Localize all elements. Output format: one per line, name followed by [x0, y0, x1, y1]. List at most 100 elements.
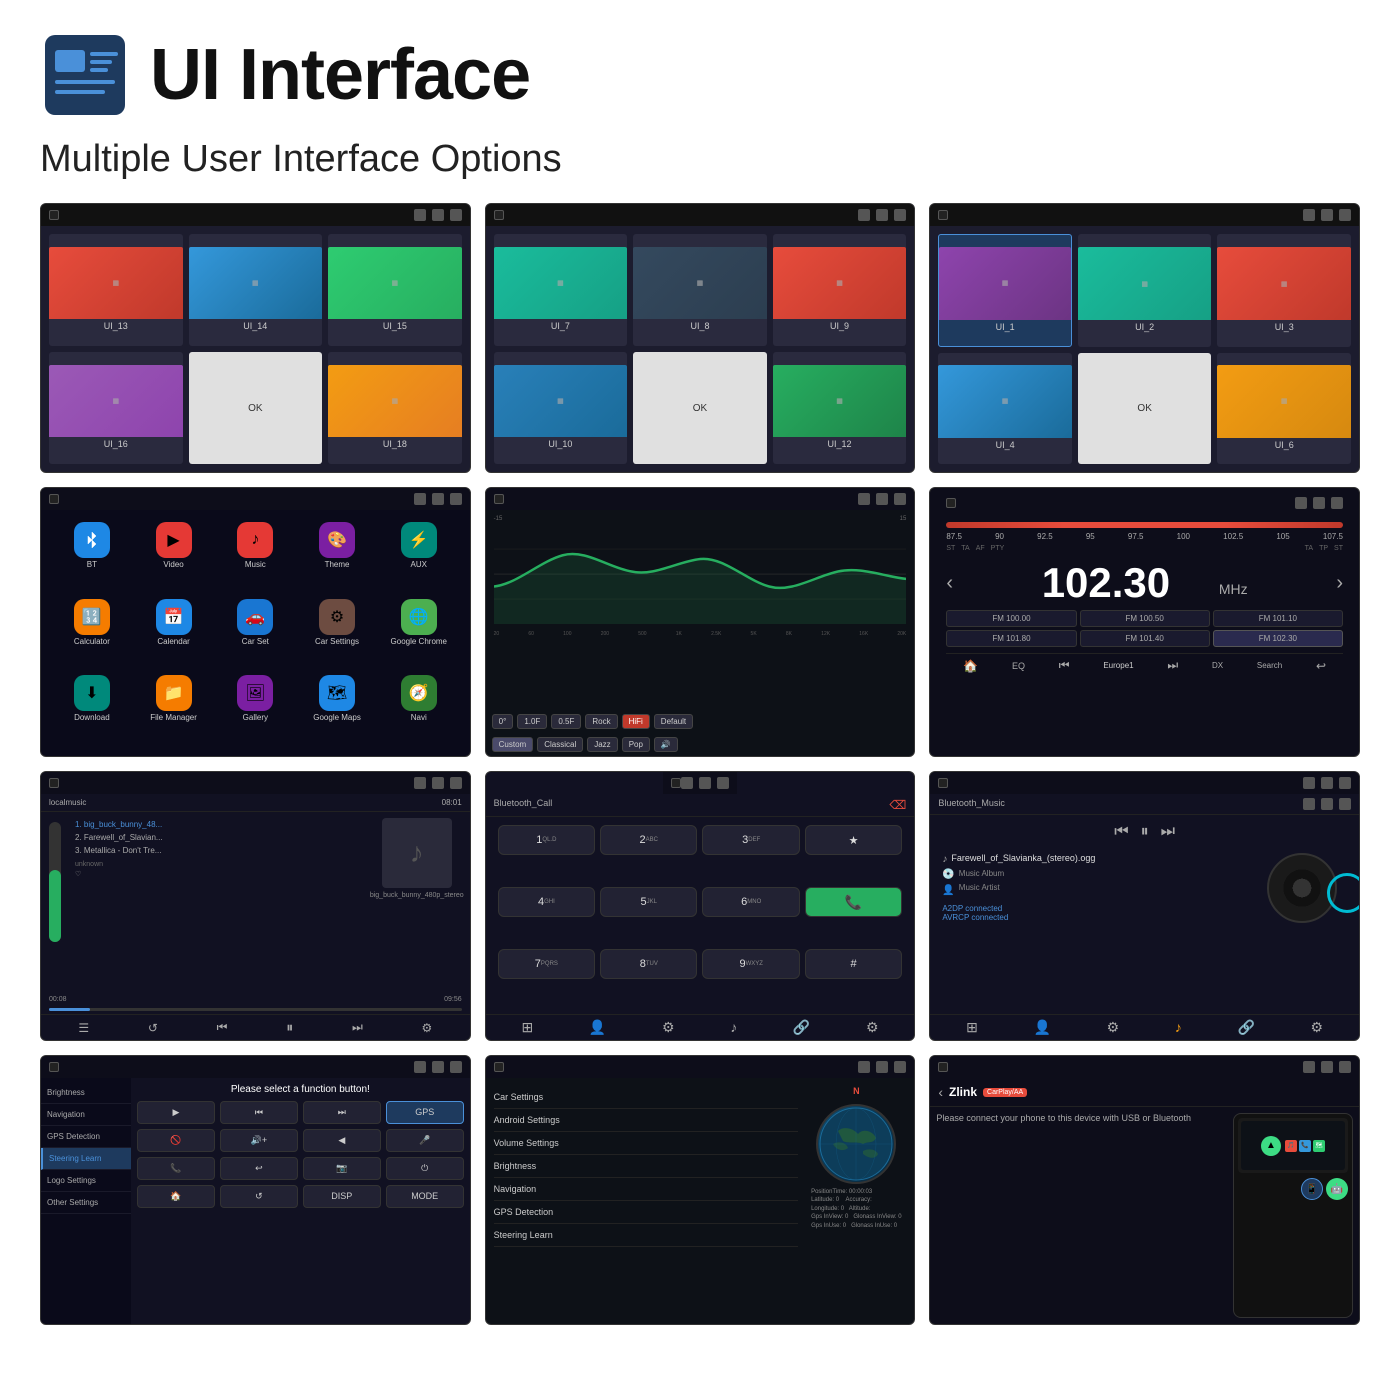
eq-btn-0sf[interactable]: 0°: [492, 714, 514, 729]
radio-prev-station[interactable]: ⏮: [1059, 658, 1070, 673]
eq-btn-classical[interactable]: Classical: [537, 737, 583, 752]
btmusic-next-btn[interactable]: ⏭: [1161, 823, 1175, 841]
ui-thumb-4[interactable]: ▦ UI_4: [938, 353, 1072, 464]
music-progress-bar[interactable]: [49, 1008, 462, 1011]
btmusic-grid-btn[interactable]: ⊞: [966, 1019, 978, 1036]
ui-thumb-10[interactable]: ▦ UI_10: [494, 352, 628, 464]
eq-screen-panel[interactable]: -1515 20601002005001K2.5K5K8K: [485, 487, 916, 757]
eq-btn-1sf[interactable]: 1.0F: [517, 714, 547, 729]
app-theme[interactable]: 🎨 Theme: [300, 522, 374, 591]
eq-btn-default[interactable]: Default: [654, 714, 693, 729]
ui-thumb-9[interactable]: ▦ UI_9: [773, 234, 907, 346]
zlink-panel[interactable]: ‹ Zlink CarPlay/AA Please connect your p…: [929, 1055, 1360, 1325]
app-maps[interactable]: 🗺 Google Maps: [300, 675, 374, 744]
music-track-2[interactable]: 2. Farewell_of_Slavian...: [75, 831, 366, 844]
eq-btn-custom[interactable]: Custom: [492, 737, 534, 752]
music-next-btn[interactable]: ⏭: [352, 1020, 363, 1035]
sb-undo[interactable]: ↺: [220, 1185, 298, 1208]
bt-key-9[interactable]: 9 WXYZ: [702, 949, 799, 979]
sb-disp[interactable]: DISP: [303, 1185, 381, 1208]
eq-btn-05sf[interactable]: 0.5F: [551, 714, 581, 729]
radio-preset-4[interactable]: FM 101.80: [946, 630, 1076, 647]
sb-phone[interactable]: 📞: [137, 1157, 215, 1180]
app-calendar[interactable]: 📅 Calendar: [137, 599, 211, 668]
app-calculator[interactable]: 🔢 Calculator: [55, 599, 129, 668]
app-gallery[interactable]: 🖼 Gallery: [218, 675, 292, 744]
app-chrome[interactable]: 🌐 Google Chrome: [382, 599, 456, 668]
bt-key-1[interactable]: 1 QL.D: [498, 825, 595, 855]
bt-key-4[interactable]: 4 GHI: [498, 887, 595, 917]
eq-btn-jazz[interactable]: Jazz: [587, 737, 617, 752]
bt-key-8[interactable]: 8 TUV: [600, 949, 697, 979]
radio-preset-3[interactable]: FM 101.10: [1213, 610, 1343, 627]
music-track-3[interactable]: 3. Metallica - Don't Tre...: [75, 844, 366, 857]
sb-mute[interactable]: 🚫: [137, 1129, 215, 1152]
settings-other[interactable]: Other Settings: [41, 1192, 131, 1214]
cs-item-gps[interactable]: GPS Detection: [494, 1201, 799, 1224]
sb-back[interactable]: ◀: [303, 1129, 381, 1152]
btmusic-note-btn[interactable]: ♪: [1175, 1019, 1182, 1036]
radio-next-station[interactable]: ⏭: [1167, 658, 1178, 673]
radio-preset-5[interactable]: FM 101.40: [1080, 630, 1210, 647]
settings-gps[interactable]: GPS Detection: [41, 1126, 131, 1148]
volume-slider[interactable]: [49, 822, 61, 942]
radio-prev-btn[interactable]: ‹: [946, 572, 953, 595]
sb-play[interactable]: ▶: [137, 1101, 215, 1124]
eq-btn-hifi[interactable]: HiFi: [622, 714, 650, 729]
btcall-music-btn[interactable]: ♪: [730, 1019, 737, 1036]
ui-thumb-6[interactable]: ▦ UI_6: [1217, 353, 1351, 464]
cs-item-car[interactable]: Car Settings: [494, 1086, 799, 1109]
app-download[interactable]: ⬇ Download: [55, 675, 129, 744]
ui-thumb-2[interactable]: ▦ UI_2: [1078, 234, 1212, 347]
ui-thumb-ok-2[interactable]: OK: [633, 352, 767, 464]
sb-mic[interactable]: 🎤: [386, 1129, 464, 1152]
music-play-btn[interactable]: ⏸: [286, 1019, 293, 1036]
sb-next[interactable]: ⏭: [303, 1101, 381, 1124]
eq-btn-rock[interactable]: Rock: [585, 714, 617, 729]
sb-prev[interactable]: ⏮: [220, 1101, 298, 1124]
btcall-contact-btn[interactable]: 👤: [589, 1019, 606, 1036]
ui-thumb-18[interactable]: ▦ UI_18: [328, 352, 462, 464]
settings-brightness[interactable]: Brightness: [41, 1082, 131, 1104]
radio-preset-6[interactable]: FM 102.30: [1213, 630, 1343, 647]
ui-thumb-14[interactable]: ▦ UI_14: [189, 234, 323, 346]
eq-btn-speaker[interactable]: 🔊: [654, 737, 678, 752]
settings-steering[interactable]: Steering Learn: [41, 1148, 131, 1170]
music-heart[interactable]: ♡: [75, 870, 366, 878]
cs-item-volume[interactable]: Volume Settings: [494, 1132, 799, 1155]
bt-key-6[interactable]: 6 MNO: [702, 887, 799, 917]
sb-home[interactable]: 🏠: [137, 1185, 215, 1208]
btcall-link-btn[interactable]: 🔗: [793, 1019, 810, 1036]
car-settings-panel[interactable]: Car Settings Android Settings Volume Set…: [485, 1055, 916, 1325]
btcall-settings2-btn[interactable]: ⚙: [662, 1019, 675, 1036]
radio-dx-btn[interactable]: DX: [1212, 661, 1223, 670]
ui-selector-panel-3[interactable]: ▦ UI_1 ▦ UI_2 ▦ UI_3 ▦ UI_4: [929, 203, 1360, 473]
btmusic-gear-btn[interactable]: ⚙: [1311, 1019, 1324, 1036]
ui-thumb-8[interactable]: ▦ UI_8: [633, 234, 767, 346]
app-carset[interactable]: 🚗 Car Set: [218, 599, 292, 668]
radio-home-btn[interactable]: 🏠: [963, 659, 978, 673]
music-screen-panel[interactable]: localmusic 08:01 1. big_buck_bunny_48...…: [40, 771, 471, 1041]
bt-key-2[interactable]: 2 ABC: [600, 825, 697, 855]
ui-thumb-ok-3[interactable]: OK: [1078, 353, 1212, 464]
app-bt[interactable]: BT: [55, 522, 129, 591]
music-eq-btn[interactable]: ⚙: [421, 1021, 432, 1035]
btmusic-link-btn[interactable]: 🔗: [1237, 1019, 1254, 1036]
bt-key-5[interactable]: 5 JKL: [600, 887, 697, 917]
bt-call-del[interactable]: ⌫: [889, 798, 906, 812]
home-screen-panel[interactable]: BT ▶ Video ♪ Music 🎨 Theme: [40, 487, 471, 757]
sb-vol[interactable]: 🔊+: [220, 1129, 298, 1152]
app-navi[interactable]: 🧭 Navi: [382, 675, 456, 744]
app-aux[interactable]: ⚡ AUX: [382, 522, 456, 591]
zlink-android-icon[interactable]: 🤖: [1326, 1178, 1348, 1200]
btmusic-contact-btn[interactable]: 👤: [1034, 1019, 1051, 1036]
radio-next-btn[interactable]: ›: [1336, 572, 1343, 595]
btmusic-settings-btn[interactable]: ⚙: [1107, 1019, 1120, 1036]
music-list-btn[interactable]: ☰: [78, 1021, 89, 1035]
ui-selector-panel-2[interactable]: ▦ UI_7 ▦ UI_8 ▦ UI_9 ▦ UI_10: [485, 203, 916, 473]
bt-key-hash[interactable]: #: [805, 949, 902, 979]
cs-item-brightness[interactable]: Brightness: [494, 1155, 799, 1178]
app-carsettings[interactable]: ⚙ Car Settings: [300, 599, 374, 668]
bt-key-star[interactable]: ★: [805, 825, 902, 855]
sb-cam[interactable]: 📷: [303, 1157, 381, 1180]
